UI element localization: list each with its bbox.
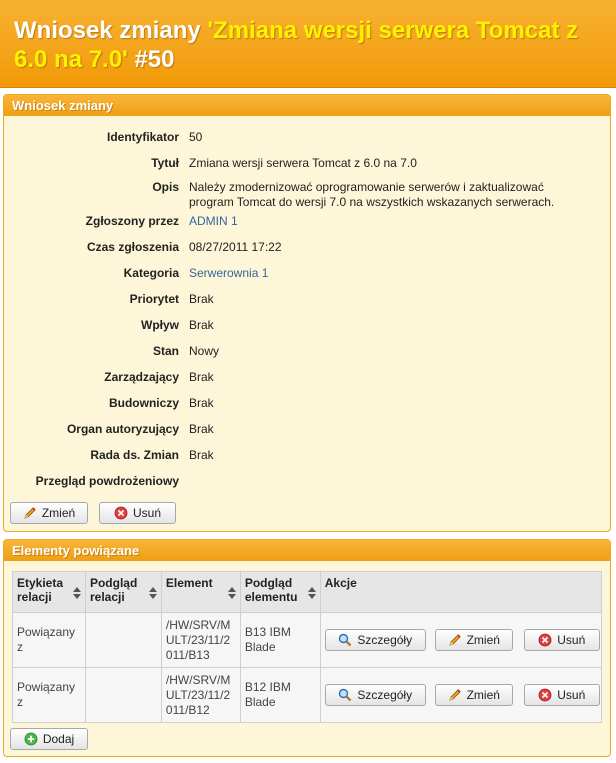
field-value: Brak [189,396,214,410]
column-header-actions: Akcje [319,571,603,613]
sort-icon [72,587,81,599]
cell-element: /HW/SRV/MULT/23/11/2011/B13 [160,612,241,668]
change-request-panel-heading: Wniosek zmiany [4,95,610,116]
page-header: Wniosek zmiany 'Zmiana wersji serwera To… [0,0,616,88]
column-header-label: Podgląd relacji [89,576,138,604]
field-value: 08/27/2011 17:22 [189,240,282,254]
pencil-icon [23,506,37,520]
field-label: Budowniczy [108,396,179,410]
field-value: 50 [189,130,203,144]
field-label: Rada ds. Zmian [90,448,179,462]
cell-actions: Szczegóły Zmień Usuń [319,612,603,668]
field-value: Brak [189,370,214,384]
field-label: Przegląd powdrożeniowy [35,474,179,488]
table-row: Powiązany z /HW/SRV/MULT/23/11/2011/B12 … [12,667,603,723]
edit-button[interactable]: Zmień [434,684,513,706]
sort-icon [307,587,316,599]
category-link[interactable]: Serwerownia 1 [189,266,589,281]
cell-relation: Powiązany z [12,667,86,723]
field-label: Zgłoszony przez [85,214,179,228]
edit-button-label: Zmień [41,506,76,520]
delete-icon [538,688,552,702]
edit-button-label: Zmień [466,688,500,702]
delete-button-label: Usuń [557,633,586,647]
cell-relation: Powiązany z [12,612,86,668]
field-label: Zarządzający [104,370,179,384]
field-label: Wpływ [141,318,179,332]
related-elements-panel-heading: Elementy powiązane [4,540,610,561]
cell-actions: Szczegóły Zmień Usuń [319,667,603,723]
column-header-element-preview[interactable]: Podgląd elementu [239,571,321,613]
field-label: Opis [152,180,179,194]
field-value: Zmiana wersji serwera Tomcat z 6.0 na 7.… [189,156,417,170]
page-title-suffix: #50 [127,46,175,73]
field-label: Czas zgłoszenia [86,240,179,254]
edit-button[interactable]: Zmień [434,629,513,651]
field-label: Tytuł [151,156,179,170]
column-header-label: Podgląd elementu [244,576,298,604]
related-elements-panel: Elementy powiązane Etykieta relacji Podg… [3,539,611,757]
field-label: Kategoria [123,266,179,280]
details-button-label: Szczegóły [357,633,413,647]
cell-element: /HW/SRV/MULT/23/11/2011/B12 [160,667,241,723]
page-title: Wniosek zmiany 'Zmiana wersji serwera To… [14,16,602,74]
details-button[interactable]: Szczegóły [324,629,426,651]
magnifier-icon [338,688,352,702]
column-header-label: Akcje [324,576,357,590]
details-button-label: Szczegóły [357,688,413,702]
column-header-label: Element [165,576,213,590]
add-icon [24,732,38,746]
field-label: Identyfikator [106,130,179,144]
delete-button[interactable]: Usuń [99,502,176,524]
edit-button[interactable]: Zmień [10,502,88,524]
delete-button-label: Usuń [132,506,161,520]
delete-button-label: Usuń [557,688,586,702]
cell-element-preview: B13 IBM Blade [239,612,321,668]
add-button-label: Dodaj [42,732,75,746]
delete-button[interactable]: Usuń [523,684,600,706]
column-header-relation-label[interactable]: Etykieta relacji [12,571,86,613]
add-button[interactable]: Dodaj [10,728,88,750]
field-value: Należy zmodernizować oprogramowanie serw… [189,180,555,209]
details-button[interactable]: Szczegóły [324,684,426,706]
cell-element-preview: B12 IBM Blade [239,667,321,723]
magnifier-icon [338,633,352,647]
field-value: Brak [189,422,214,436]
related-elements-table: Etykieta relacji Podgląd relacji Element… [12,571,603,723]
reported-by-link[interactable]: ADMIN 1 [189,214,589,229]
table-row: Powiązany z /HW/SRV/MULT/23/11/2011/B13 … [12,612,603,668]
pencil-icon [448,633,462,647]
field-label: Priorytet [129,292,179,306]
delete-icon [538,633,552,647]
cell-relation-preview [84,667,162,723]
table-header-row: Etykieta relacji Podgląd relacji Element… [12,571,603,613]
page-title-prefix: Wniosek zmiany [14,17,208,44]
delete-button[interactable]: Usuń [523,629,600,651]
change-request-panel: Wniosek zmiany Identyfikator 50 Tytuł Zm… [3,94,611,532]
field-value: Brak [189,318,214,332]
sort-icon [148,587,157,599]
edit-button-label: Zmień [466,633,500,647]
delete-icon [114,506,128,520]
pencil-icon [448,688,462,702]
column-header-label: Etykieta relacji [17,576,64,604]
sort-icon [227,587,236,599]
cell-relation-preview [84,612,162,668]
column-header-element[interactable]: Element [160,571,241,613]
field-value: Nowy [189,344,220,358]
field-label: Stan [152,344,179,358]
field-value: Brak [189,448,214,462]
field-label: Organ autoryzujący [66,422,179,436]
field-value: Brak [189,292,214,306]
column-header-relation-preview[interactable]: Podgląd relacji [84,571,162,613]
